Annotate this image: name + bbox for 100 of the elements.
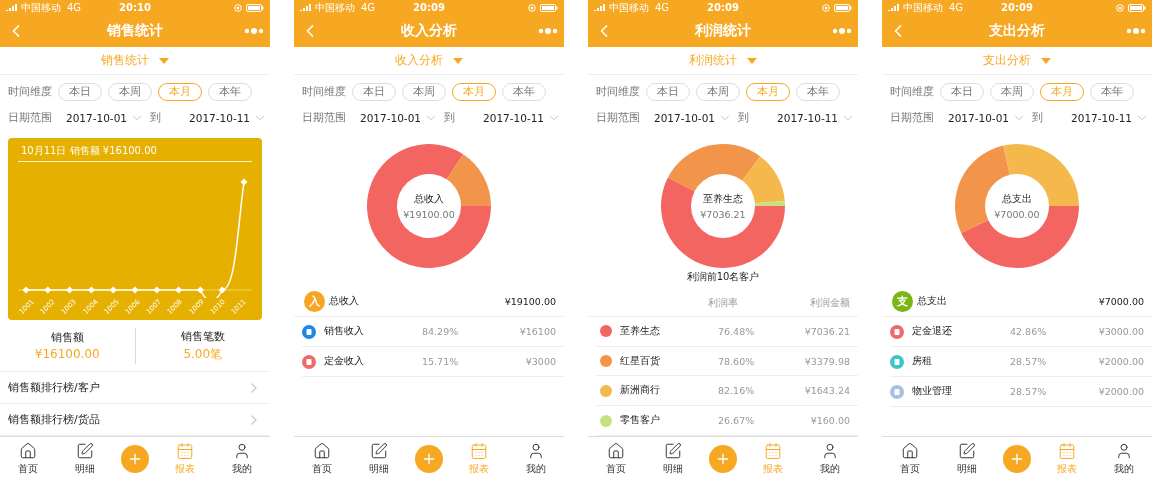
network-type: 4G [949, 2, 964, 13]
add-button[interactable] [1002, 444, 1031, 473]
data-point [44, 286, 52, 294]
donut-center-label: 总收入 [414, 192, 444, 206]
end-date-picker[interactable]: 2017-10-11 [777, 111, 856, 125]
tab-bar-item[interactable]: 首页 [8, 441, 49, 476]
category-name: 物业管理 [912, 385, 953, 398]
data-point [218, 286, 226, 294]
period-chip[interactable]: 本周 [108, 83, 152, 101]
donut-center-value: ¥19100.00 [403, 209, 455, 220]
donut-center-label: 总支出 [1002, 192, 1032, 206]
home-icon [607, 441, 626, 460]
summary-label: 总收入 [329, 294, 360, 308]
add-button[interactable] [120, 444, 149, 473]
customer-name: 至养生态 [620, 324, 661, 338]
home-icon [901, 441, 920, 460]
customer-name: 零售客户 [620, 414, 661, 428]
data-point [153, 286, 161, 294]
category-name: 房租 [912, 355, 933, 368]
more-icon [1126, 28, 1146, 34]
carrier-name: 中国移动 [903, 0, 943, 15]
date-range-label: 日期范围 [596, 111, 640, 125]
tab-bar-item[interactable]: 首页 [890, 441, 931, 476]
start-date-picker[interactable]: 2017-10-01 [66, 111, 145, 125]
category-amount: ¥2000.00 [1097, 356, 1144, 367]
period-chip[interactable]: 本日 [646, 83, 690, 101]
data-point [131, 286, 139, 294]
donut-center-value: ¥7036.21 [700, 209, 746, 220]
tab-bar-item[interactable]: 首页 [302, 441, 343, 476]
tab-bar-item[interactable]: 我的 [221, 441, 262, 476]
date-range-label: 日期范围 [890, 111, 934, 125]
category-name: 销售收入 [324, 325, 365, 338]
category-percent: 42.86% [1010, 326, 1048, 337]
period-chip[interactable]: 本年 [1090, 83, 1134, 101]
period-chip[interactable]: 本年 [502, 83, 546, 101]
date-range-label: 日期范围 [8, 111, 52, 125]
period-chip[interactable]: 本年 [208, 83, 252, 101]
more-button[interactable] [538, 28, 558, 34]
data-point [175, 286, 183, 294]
tab-bar-item[interactable]: 首页 [596, 441, 637, 476]
network-type: 4G [67, 2, 82, 13]
tab-bar-item[interactable]: 明细 [358, 441, 399, 476]
period-chip[interactable]: 本周 [696, 83, 740, 101]
status-time: 20:09 [1001, 2, 1033, 13]
start-date-picker[interactable]: 2017-10-01 [654, 111, 733, 125]
tab-bar-item[interactable]: 我的 [515, 441, 556, 476]
tab-bar-item[interactable]: 明细 [64, 441, 105, 476]
add-button[interactable] [414, 444, 443, 473]
category-amount: ¥3000 [524, 356, 556, 367]
calendar-icon [470, 441, 489, 460]
edit-icon [957, 441, 976, 460]
page-title: 收入分析 [401, 22, 457, 40]
more-button[interactable] [1126, 28, 1146, 34]
more-icon [244, 28, 264, 34]
stat-label: 销售额 [50, 330, 84, 345]
period-chip[interactable]: 本日 [352, 83, 396, 101]
chart-caption: 利润前10名客户 [685, 270, 761, 284]
more-button[interactable] [832, 28, 852, 34]
stat-label: 销售笔数 [180, 328, 225, 344]
summary-badge: 入 [304, 290, 325, 312]
summary-badge: 支 [892, 290, 913, 312]
status-time: 20:10 [119, 2, 151, 13]
summary-amount: ¥7000.00 [1097, 295, 1144, 307]
tab-bar-item[interactable]: 明细 [946, 441, 987, 476]
edit-icon [369, 441, 388, 460]
signal-icon [300, 4, 312, 11]
status-time: 20:09 [707, 2, 739, 13]
start-date-picker[interactable]: 2017-10-01 [360, 111, 439, 125]
category-amount: ¥2000.00 [1097, 386, 1144, 397]
category-percent: 84.29% [422, 326, 460, 337]
end-date-picker[interactable]: 2017-10-11 [483, 111, 562, 125]
add-button[interactable] [708, 444, 737, 473]
calendar-icon [1058, 441, 1077, 460]
profit-rate: 78.60% [718, 355, 756, 367]
period-chip[interactable]: 本周 [402, 83, 446, 101]
end-date-picker[interactable]: 2017-10-11 [1071, 111, 1150, 125]
summary-label: 总支出 [917, 294, 948, 308]
page-title: 销售统计 [107, 22, 163, 40]
caret-icon [159, 57, 169, 64]
start-date-picker[interactable]: 2017-10-01 [948, 111, 1027, 125]
network-type: 4G [361, 2, 376, 13]
period-chip[interactable]: 本周 [990, 83, 1034, 101]
stat-value: 5.00笔 [183, 345, 223, 363]
period-chip[interactable]: 本年 [796, 83, 840, 101]
period-chip[interactable]: 本日 [940, 83, 984, 101]
end-date-picker[interactable]: 2017-10-11 [189, 111, 268, 125]
data-point [240, 178, 248, 186]
summary-amount: ¥19100.00 [503, 295, 556, 307]
tab-bar-item[interactable]: 我的 [1103, 441, 1144, 476]
tab-bar-item[interactable]: 我的 [809, 441, 850, 476]
category-percent: 15.71% [422, 356, 460, 367]
period-chip[interactable]: 本日 [58, 83, 102, 101]
category-amount: ¥16100 [518, 326, 556, 337]
data-point [196, 286, 204, 294]
battery-icon [1128, 3, 1146, 12]
more-button[interactable] [244, 28, 264, 34]
battery-icon [540, 3, 558, 12]
donut-center-label: 至养生态 [703, 192, 743, 206]
page-title: 支出分析 [989, 22, 1045, 40]
tab-bar-item[interactable]: 明细 [652, 441, 693, 476]
